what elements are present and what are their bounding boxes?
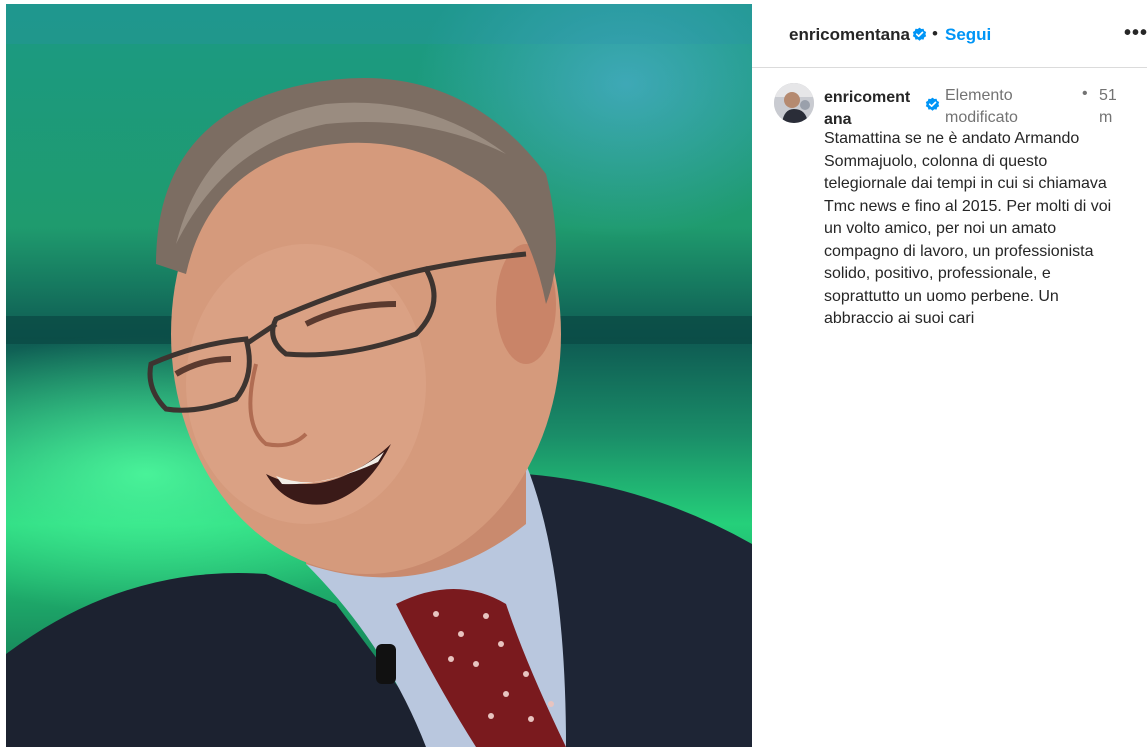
- post-sidebar: enricomentana • Segui ••• enricomentana: [752, 0, 1147, 747]
- post-header: enricomentana • Segui •••: [752, 0, 1147, 68]
- caption-separator: •: [1082, 85, 1088, 102]
- verified-badge-icon: [925, 97, 940, 115]
- portrait-illustration: [6, 4, 752, 747]
- follow-button[interactable]: Segui: [945, 25, 991, 45]
- post-photo[interactable]: [6, 4, 752, 747]
- instagram-post: enricomentana • Segui ••• enricomentana: [0, 0, 1147, 747]
- verified-badge-icon: [912, 27, 927, 45]
- header-separator: •: [932, 24, 938, 43]
- header-username-link[interactable]: enricomentana: [789, 25, 910, 45]
- avatar[interactable]: [774, 83, 814, 123]
- more-options-icon[interactable]: •••: [1124, 22, 1147, 45]
- caption-text: Stamattina se ne è andato Armando Sommaj…: [824, 130, 1112, 327]
- post-timestamp[interactable]: 51 m: [1099, 85, 1121, 129]
- edited-label: Elemento modificato: [945, 87, 1018, 126]
- caption-username-link[interactable]: enricomentana: [824, 87, 919, 131]
